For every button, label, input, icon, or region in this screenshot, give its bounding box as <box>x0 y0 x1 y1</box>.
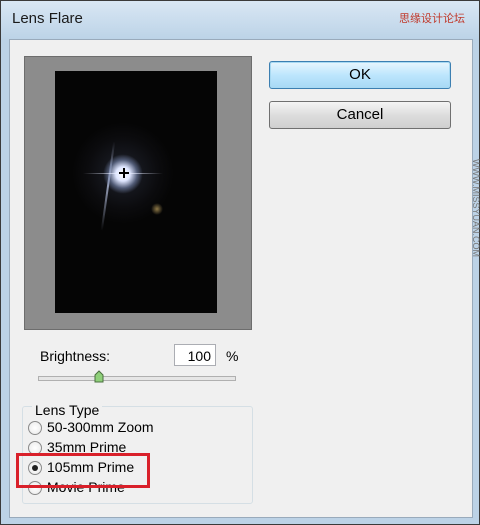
ok-button[interactable]: OK <box>269 61 451 89</box>
lens-flare-dialog: Lens Flare 思缘设计论坛 OK Cancel Brightness: … <box>0 0 480 525</box>
preview-frame <box>24 56 252 330</box>
title-bar[interactable]: Lens Flare 思缘设计论坛 <box>1 1 479 39</box>
flare-center-crosshair-icon[interactable] <box>119 168 129 178</box>
brightness-slider-track[interactable] <box>38 376 236 381</box>
brightness-label: Brightness: <box>40 348 111 364</box>
radio-button[interactable] <box>28 421 42 435</box>
window-title: Lens Flare <box>12 10 83 27</box>
cancel-button[interactable]: Cancel <box>269 101 451 129</box>
watermark-text: 思缘设计论坛 <box>399 13 465 25</box>
watermark-url: WWW.MISSYUAN.COM <box>471 159 480 257</box>
flare-secondary-dot <box>151 203 163 215</box>
annotation-highlight-box <box>16 453 150 488</box>
radio-label: 50-300mm Zoom <box>47 419 154 435</box>
brightness-unit: % <box>226 348 239 364</box>
brightness-input[interactable]: 100 <box>174 344 216 366</box>
brightness-slider-thumb[interactable] <box>94 370 104 383</box>
lens-type-title: Lens Type <box>32 402 103 418</box>
dialog-body: OK Cancel Brightness: 100 % Lens Type 50… <box>9 39 473 518</box>
flare-preview[interactable] <box>55 71 217 313</box>
